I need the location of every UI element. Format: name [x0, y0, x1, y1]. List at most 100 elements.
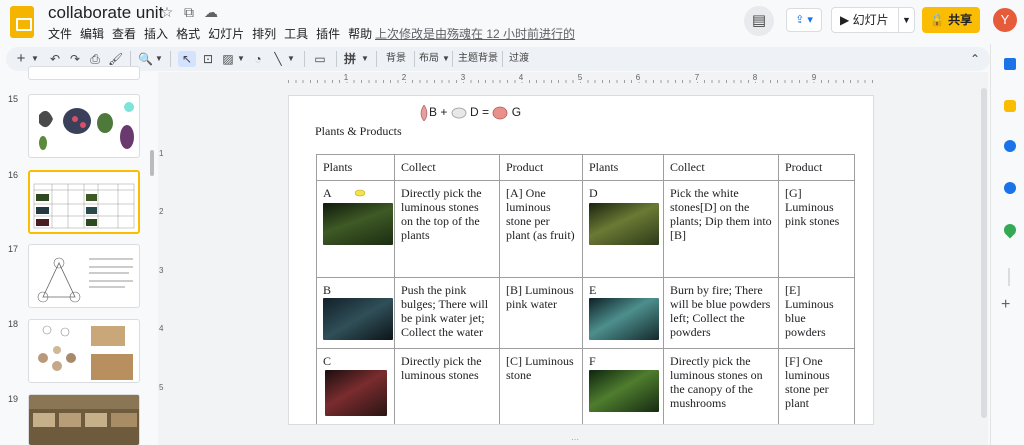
product-cell[interactable]: [C] Luminous stone — [499, 348, 583, 424]
line-icon[interactable]: ╲ — [270, 51, 286, 67]
layout-chevron-icon[interactable]: ▼ — [442, 51, 450, 67]
menu-file[interactable]: 文件 — [46, 25, 78, 42]
menu-arrange[interactable]: 排列 — [250, 25, 282, 42]
header-plants[interactable]: Plants — [316, 154, 395, 181]
plant-cell[interactable]: C — [316, 348, 395, 424]
header-product[interactable]: Product — [499, 154, 583, 181]
plant-f-photo[interactable] — [589, 370, 659, 412]
insert-image-icon[interactable]: ▨ — [220, 51, 236, 67]
plant-a-photo[interactable] — [323, 203, 393, 245]
star-icon[interactable]: ☆ — [158, 4, 176, 21]
zoom-chevron-icon[interactable]: ▼ — [154, 51, 164, 67]
filmstrip-scrollbar[interactable] — [150, 150, 154, 176]
legend-formula[interactable]: B + D = G — [419, 104, 521, 122]
plant-cell[interactable]: E — [582, 277, 664, 349]
last-edit-link[interactable]: 上次修改是由殇魂在 12 小时前进行的 — [375, 25, 575, 42]
background-button[interactable]: 背景 — [382, 51, 410, 67]
plant-cell[interactable]: D — [582, 180, 664, 278]
product-cell[interactable]: [B] Luminous pink water — [499, 277, 583, 349]
collect-cell[interactable]: Push the pink bulges; There will be pink… — [394, 277, 500, 349]
move-folder-icon[interactable]: ⧉ — [180, 4, 198, 21]
slide-thumbnail-18[interactable] — [28, 319, 140, 383]
menu-tools[interactable]: 工具 — [282, 25, 314, 42]
slide-thumbnail-19[interactable] — [28, 394, 140, 445]
text-box-icon[interactable]: ⊡ — [200, 51, 216, 67]
menu-slide[interactable]: 幻灯片 — [206, 25, 250, 42]
new-slide-button[interactable]: + — [14, 51, 28, 67]
add-addon-icon[interactable]: + — [1001, 296, 1010, 314]
plant-cell[interactable]: B — [316, 277, 395, 349]
slide-title[interactable]: Plants & Products — [315, 124, 402, 139]
document-title[interactable]: collaborate unit — [48, 3, 163, 23]
select-cursor-icon[interactable]: ↖ — [178, 51, 196, 67]
plant-e-photo[interactable] — [589, 298, 659, 340]
contacts-icon[interactable] — [1004, 182, 1016, 194]
filmstrip-splitter[interactable] — [150, 72, 158, 445]
canvas-scrollbar[interactable] — [981, 88, 987, 418]
comments-icon[interactable]: ▤ — [744, 6, 774, 36]
redo-icon[interactable]: ↷ — [68, 51, 82, 67]
slide-canvas[interactable]: B + D = G Plants & Products Plants Colle… — [288, 95, 874, 425]
collect-cell[interactable]: Directly pick the luminous stones — [394, 348, 500, 424]
theme-button[interactable]: 主题背景 — [456, 51, 500, 67]
menu-addons[interactable]: 插件 — [314, 25, 346, 42]
speaker-notes-handle-icon[interactable]: ⋯ — [560, 436, 590, 444]
undo-icon[interactable]: ↶ — [48, 51, 62, 67]
present-options-button[interactable]: ⇪ ▾ — [786, 8, 822, 32]
plant-c-photo[interactable] — [325, 370, 387, 416]
header-plants-2[interactable]: Plants — [582, 154, 664, 181]
input-tools-icon[interactable]: 拼 — [342, 51, 358, 67]
shape-icon[interactable]: ◔ — [250, 51, 266, 67]
menu-view[interactable]: 查看 — [110, 25, 142, 42]
slides-logo-icon[interactable] — [10, 6, 34, 38]
menu-insert[interactable]: 插入 — [142, 25, 174, 42]
new-slide-layout-chevron-icon[interactable]: ▼ — [30, 51, 40, 67]
ruler-tick: 7 — [693, 73, 701, 82]
avatar[interactable]: Y — [993, 8, 1017, 32]
collapse-toolbar-icon[interactable]: ⌃ — [968, 51, 982, 67]
collect-cell[interactable]: Pick the white stones[D] on the plants; … — [663, 180, 779, 278]
product-cell[interactable]: [E] Luminous blue powders — [778, 277, 855, 349]
collect-cell[interactable]: Burn by fire; There will be blue powders… — [663, 277, 779, 349]
cloud-status-icon[interactable]: ☁ — [202, 4, 220, 21]
product-cell[interactable]: [G] Luminous pink stones — [778, 180, 855, 278]
keep-icon[interactable] — [1004, 100, 1016, 112]
transition-button[interactable]: 过渡 — [506, 51, 532, 67]
plants-products-table[interactable]: Plants Collect Product Plants Collect Pr… — [316, 154, 855, 424]
plant-b-photo[interactable] — [323, 298, 393, 340]
line-chevron-icon[interactable]: ▼ — [286, 51, 296, 67]
header-collect[interactable]: Collect — [394, 154, 500, 181]
paint-format-icon[interactable]: 🖌 — [108, 51, 123, 67]
plant-cell[interactable]: A — [316, 180, 395, 278]
image-chevron-icon[interactable]: ▼ — [236, 51, 246, 67]
plant-cell[interactable]: F — [582, 348, 664, 424]
product-cell[interactable]: [F] One luminous stone per plant — [778, 348, 855, 424]
maps-icon[interactable] — [1001, 221, 1019, 239]
share-button[interactable]: 🔒 共享 — [922, 7, 980, 33]
layout-button[interactable]: 布局 — [416, 51, 442, 67]
toolbar-divider — [130, 51, 131, 67]
tasks-icon[interactable] — [1004, 140, 1016, 152]
collect-cell[interactable]: Directly pick the luminous stones on the… — [663, 348, 779, 424]
slide-thumbnail-14[interactable] — [28, 66, 140, 80]
slide-thumbnail-17[interactable] — [28, 244, 140, 308]
add-comment-icon[interactable]: ▭ — [312, 51, 328, 67]
horizontal-ruler[interactable]: 1 2 3 4 5 6 7 8 9 — [288, 73, 874, 83]
print-icon[interactable]: ⎙ — [88, 51, 102, 67]
input-tools-chevron-icon[interactable]: ▼ — [360, 51, 370, 67]
product-cell[interactable]: [A] One luminous stone per plant (as fru… — [499, 180, 583, 278]
slide-thumbnail-15[interactable] — [28, 94, 140, 158]
header-product-2[interactable]: Product — [778, 154, 855, 181]
zoom-icon[interactable]: 🔍 — [138, 51, 153, 67]
menu-help[interactable]: 帮助 — [346, 25, 378, 42]
menu-format[interactable]: 格式 — [174, 25, 206, 42]
chevron-down-icon[interactable]: ▼ — [898, 8, 914, 32]
header-collect-2[interactable]: Collect — [663, 154, 779, 181]
vertical-ruler[interactable]: 1 2 3 4 5 — [158, 95, 168, 435]
collect-cell[interactable]: Directly pick the luminous stones on the… — [394, 180, 500, 278]
slide-thumbnail-16-selected[interactable] — [28, 170, 140, 234]
calendar-icon[interactable] — [1004, 58, 1016, 70]
plant-d-photo[interactable] — [589, 203, 659, 245]
menu-edit[interactable]: 编辑 — [78, 25, 110, 42]
slideshow-button[interactable]: ▶ 幻灯片 ▼ — [831, 7, 915, 33]
